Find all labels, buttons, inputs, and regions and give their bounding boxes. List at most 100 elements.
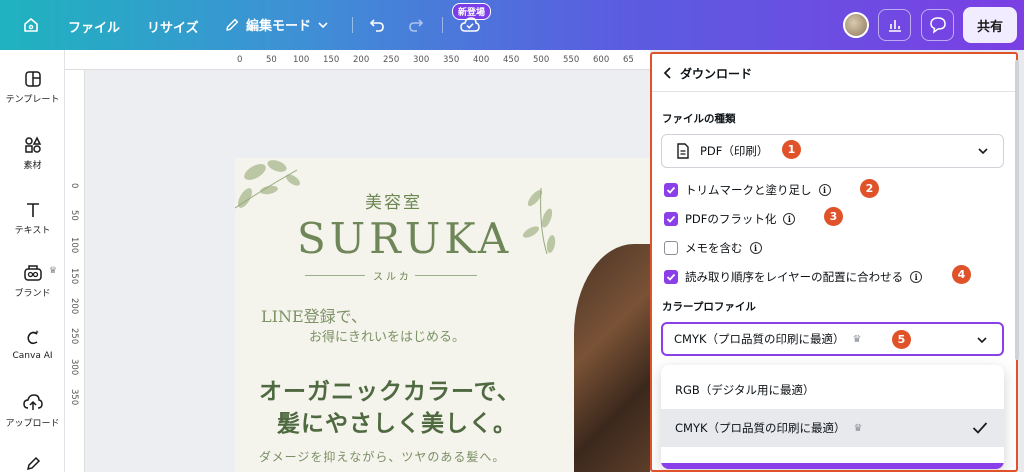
ruler-tick: 350	[443, 55, 460, 65]
vertical-ruler: 0 50 100 150 200 250 300 350	[65, 70, 85, 472]
share-button[interactable]: 共有	[963, 7, 1017, 43]
tagline-text: ダメージを抑えながら、ツヤのある髪へ。	[259, 450, 506, 464]
annotation-badge: 4	[952, 265, 971, 284]
option-label: メモを含む	[685, 241, 743, 255]
toolbar-divider	[442, 17, 443, 33]
checkbox-checked[interactable]	[664, 212, 678, 226]
flatten-pdf-option[interactable]: PDFのフラット化 i	[664, 211, 796, 227]
pencil-icon	[226, 18, 239, 31]
sidebar-item-label: テンプレート	[5, 95, 60, 105]
divider-line	[415, 275, 477, 276]
checkbox-checked[interactable]	[664, 270, 678, 284]
crown-icon: ♛	[852, 333, 862, 345]
trim-marks-option[interactable]: トリムマークと塗り足し i	[664, 182, 831, 198]
download-panel: ダウンロード ファイルの種類 PDF（印刷） 1 トリムマークと塗り足し i 2…	[650, 52, 1018, 472]
file-menu-label: ファイル	[68, 21, 121, 36]
sidebar-item-draw[interactable]	[0, 455, 65, 472]
horizontal-ruler: 0 50 100 150 200 250 300 350 400 450 500…	[65, 50, 650, 70]
option-label: 読み取り順序をレイヤーの配置に合わせる	[685, 270, 904, 284]
ruler-tick: 250	[383, 55, 400, 65]
file-menu[interactable]: ファイル	[68, 17, 120, 36]
info-icon[interactable]: i	[818, 184, 831, 196]
ruler-tick: 400	[473, 55, 490, 65]
document-icon	[677, 143, 689, 159]
info-icon[interactable]: i	[749, 242, 762, 254]
dropdown-option-label: RGB（デジタル用に最適）	[675, 383, 815, 397]
draw-icon	[26, 456, 40, 471]
sidebar-item-label: ブランド	[14, 289, 51, 299]
file-type-select[interactable]: PDF（印刷）	[661, 134, 1004, 168]
sidebar-item-label: アップロード	[5, 419, 60, 429]
cloud-save-button[interactable]	[460, 17, 480, 33]
back-arrow-icon[interactable]	[662, 66, 674, 80]
sidebar-item-brand[interactable]: ♛ ブランド	[0, 264, 65, 299]
reading-order-option[interactable]: 読み取り順序をレイヤーの配置に合わせる i	[664, 269, 923, 285]
user-avatar[interactable]	[843, 12, 869, 38]
headline-line-1: オーガニックカラーで、	[259, 378, 521, 405]
comments-button[interactable]	[921, 9, 954, 41]
option-label: トリムマークと塗り足し	[685, 183, 812, 197]
home-icon	[24, 18, 38, 32]
ruler-tick: 600	[593, 55, 610, 65]
ruler-tick: 0	[69, 183, 79, 189]
ruler-tick: 350	[69, 389, 79, 406]
ruler-tick: 150	[323, 55, 340, 65]
comment-icon	[929, 17, 946, 34]
design-canvas-area[interactable]: 0 50 100 150 200 250 300 350 400 450 500…	[65, 50, 650, 472]
color-profile-select[interactable]: CMYK（プロ品質の印刷に最適） ♛	[661, 322, 1004, 356]
color-profile-dropdown: RGB（デジタル用に最適） CMYK（プロ品質の印刷に最適） ♛	[661, 365, 1004, 469]
annotation-badge: 2	[860, 179, 879, 198]
ruler-tick: 550	[563, 55, 580, 65]
salon-name: SURUKA	[297, 214, 513, 263]
ruler-tick: 100	[69, 237, 79, 254]
color-profile-value: CMYK（プロ品質の印刷に最適）	[674, 332, 845, 346]
brand-icon	[23, 265, 42, 281]
resize-menu-label: リサイズ	[147, 21, 199, 36]
ruler-tick: 0	[237, 55, 243, 65]
panel-scrollbar[interactable]	[1015, 60, 1019, 360]
design-page[interactable]: 美容室 SURUKA スルカ LINE登録で、 お得にきれいをはじめる。 オーガ…	[235, 158, 650, 472]
include-notes-option[interactable]: メモを含む i	[664, 240, 762, 256]
file-type-label: ファイルの種類	[662, 113, 736, 125]
ruler-tick: 500	[533, 55, 550, 65]
dropdown-option-rgb[interactable]: RGB（デジタル用に最適）	[661, 371, 1004, 409]
salon-category: 美容室	[365, 193, 422, 213]
info-icon[interactable]: i	[783, 213, 796, 225]
dropdown-option-label: CMYK（プロ品質の印刷に最適）	[675, 421, 846, 435]
info-icon[interactable]: i	[910, 271, 923, 283]
line-register-text: LINE登録で、	[261, 307, 367, 326]
resize-menu[interactable]: リサイズ	[147, 17, 199, 36]
sidebar-item-canva-ai[interactable]: Canva AI	[0, 329, 65, 361]
undo-button[interactable]	[368, 16, 386, 34]
download-button-edge	[661, 463, 1004, 469]
chevron-down-icon	[978, 148, 988, 155]
redo-button[interactable]	[407, 16, 425, 34]
sidebar-item-templates[interactable]: テンプレート	[0, 70, 65, 105]
headline-line-2: 髪にやさしく美しく。	[277, 410, 517, 437]
template-icon	[24, 71, 41, 87]
redo-icon	[409, 19, 424, 32]
sidebar-item-elements[interactable]: 素材	[0, 136, 65, 171]
undo-icon	[369, 19, 384, 32]
checkbox-unchecked[interactable]	[664, 241, 678, 255]
ruler-tick: 65	[623, 55, 634, 65]
panel-title: ダウンロード	[680, 67, 753, 81]
salon-kana: スルカ	[373, 272, 412, 283]
annotation-badge: 3	[824, 207, 843, 226]
edit-mode-menu[interactable]: 編集モード	[224, 15, 329, 34]
annotation-badge: 1	[782, 140, 801, 159]
dropdown-option-cmyk[interactable]: CMYK（プロ品質の印刷に最適） ♛	[661, 409, 1004, 447]
text-icon	[26, 203, 39, 217]
cloud-check-icon	[460, 17, 480, 32]
chevron-down-icon	[977, 337, 987, 344]
sidebar-item-text[interactable]: テキスト	[0, 201, 65, 236]
upload-icon	[22, 394, 43, 410]
sidebar-item-label: 素材	[23, 161, 42, 171]
top-toolbar: ファイル リサイズ 編集モード 新登場 共有	[0, 0, 1024, 50]
sidebar-item-uploads[interactable]: アップロード	[0, 394, 65, 429]
checkbox-checked[interactable]	[664, 183, 678, 197]
home-button[interactable]	[22, 16, 40, 34]
insights-button[interactable]	[878, 9, 911, 41]
sidebar-item-label: Canva AI	[12, 351, 53, 361]
ruler-tick: 250	[69, 328, 79, 345]
